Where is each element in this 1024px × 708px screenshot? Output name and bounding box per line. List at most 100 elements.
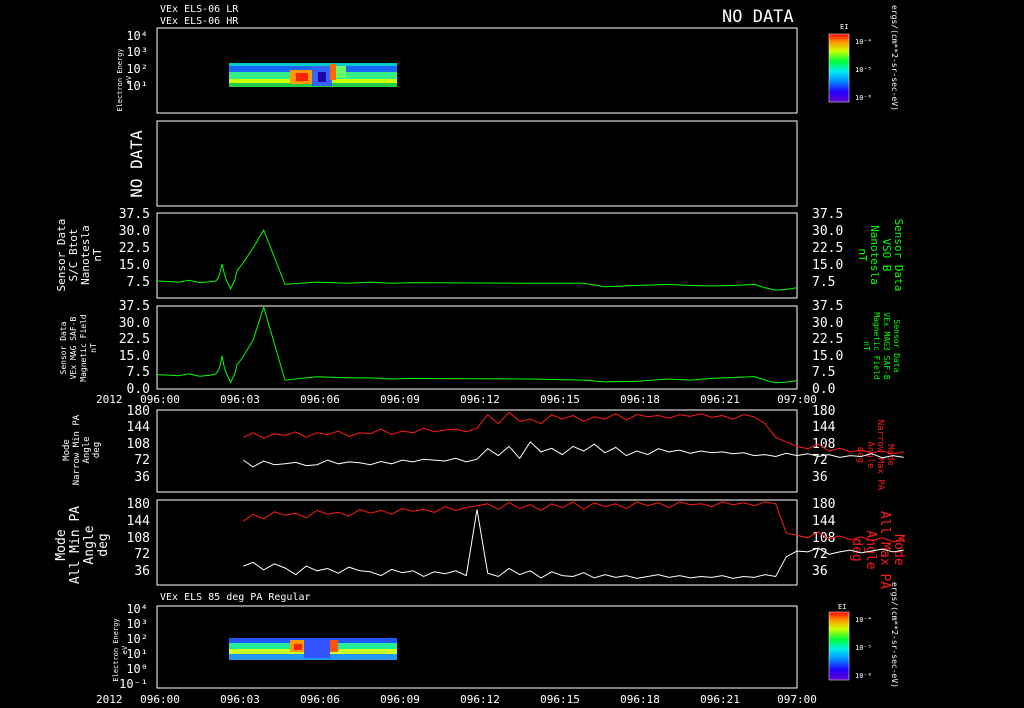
- panel-1-tick-label: 10¹: [126, 79, 148, 93]
- panel-4-tick-label: 30.0: [119, 316, 150, 331]
- panel-3-left-label-line: nT: [91, 248, 104, 262]
- x-axis-year-middle: 2012: [96, 393, 123, 406]
- panel-3-tick-label: 15.0: [119, 258, 150, 273]
- panel-7-tick-label: 10⁰: [126, 662, 148, 676]
- colorbar-bottom-tick: 10⁻⁴: [855, 616, 872, 624]
- panel-narrow-pa: Mode Narrow Min PA Angle deg Mode Narrow…: [62, 404, 895, 493]
- colorbar-top-units: ergs/(cm**2-sr-sec-eV): [890, 5, 899, 111]
- x-tick-label: 096:21: [700, 393, 740, 406]
- series-line-mag-saf-b-0: [156, 305, 798, 384]
- panel-4-tick-label-right: 7.5: [812, 365, 835, 380]
- panel-4-tick-label-right: 22.5: [812, 332, 843, 347]
- panel-7-ylabel-line-1: Electron Energy: [112, 618, 120, 681]
- panel-3-tick-label-right: 15.0: [812, 258, 843, 273]
- panel-4-left-label-line: nT: [89, 343, 98, 353]
- panel-4-left-label-line: Magnetic Field: [79, 314, 88, 382]
- panel-4-tick-label: 7.5: [127, 365, 150, 380]
- panel-4-frame: [156, 305, 798, 390]
- panel-4-left-label-line: Sensor Data: [59, 321, 68, 374]
- panel-7-tick-label: 10²: [126, 632, 148, 646]
- panel-3-tick-label-right: 37.5: [812, 207, 843, 222]
- panel-6-tick-label: 144: [127, 514, 151, 529]
- colorbar-bottom-tick: 10⁻⁵: [855, 644, 872, 652]
- x-tick-label: 096:12: [460, 393, 500, 406]
- panel-5-right-label-line: Mode: [885, 444, 895, 466]
- panel-7-tick-label: 10⁴: [126, 602, 148, 616]
- panel-4-right-label-line: Sensor Data: [892, 320, 901, 373]
- panel-1-tick-label: 10⁴: [126, 29, 148, 43]
- panel-4-right-label-line: Magnetic Field: [872, 312, 881, 380]
- panel-5-tick-label-right: 36: [812, 470, 828, 485]
- panel-3-right-label-line: nT: [856, 248, 869, 262]
- x-tick-label-bottom: 096:15: [540, 693, 580, 706]
- panel-3-tick-label-right: 22.5: [812, 241, 843, 256]
- x-tick-label-bottom: 096:18: [620, 693, 660, 706]
- panel-2-frame: [156, 120, 798, 207]
- header-line-1: VEx ELS-06 LR: [160, 4, 239, 15]
- colorbar-bottom-gradient: [828, 611, 850, 681]
- colorbar-bottom-label: EI: [838, 603, 846, 611]
- colorbar-top-tick: 10⁻⁴: [855, 38, 872, 46]
- panel-6-tick-label-right: 36: [812, 564, 828, 579]
- panel-5-tick-label: 144: [127, 420, 151, 435]
- x-tick-label-bottom: 096:09: [380, 693, 420, 706]
- panel-6-left-label-line: Angle: [82, 525, 97, 564]
- panel-5-left-label-line: deg: [92, 442, 102, 458]
- panel-7-tick-label: 10¹: [126, 647, 148, 661]
- x-tick-label: 096:03: [220, 393, 260, 406]
- panel-3-tick-label: 30.0: [119, 224, 150, 239]
- panel-85deg-spectrogram: Electron Energy eV 10⁴ 10³ 10² 10¹ 10⁰ 1…: [112, 602, 798, 691]
- panel-7-tick-label: 10³: [126, 617, 148, 631]
- x-tick-label-bottom: 096:06: [300, 693, 340, 706]
- colorbar-top: EI 10⁻⁴ 10⁻⁵ 10⁻⁶ ergs/(cm**2-sr-sec-eV): [828, 5, 899, 111]
- x-tick-label-bottom: 096:00: [140, 693, 180, 706]
- x-tick-label: 097:00: [777, 393, 817, 406]
- no-data-header: NO DATA: [722, 7, 794, 27]
- panel-4-tick-label-right: 15.0: [812, 349, 843, 364]
- panel-1-spectrogram-image: [229, 63, 397, 87]
- colorbar-bottom: EI 10⁻⁴ 10⁻⁵ 10⁻⁶ ergs/(cm**2-sr-sec-eV): [828, 582, 899, 688]
- panel-6-left-label-line: All Min PA: [68, 506, 83, 584]
- series-line-narrow-pa-0: [243, 441, 904, 468]
- colorbar-top-tick: 10⁻⁵: [855, 66, 872, 74]
- panel-5-right-label-line: deg: [855, 447, 865, 463]
- panel-6-tick-label-right: 144: [812, 514, 836, 529]
- panel-5-tick-label-right: 144: [812, 420, 836, 435]
- panel-2-no-data-label: NO DATA: [127, 130, 146, 198]
- panel-no-data: NO DATA: [127, 120, 798, 207]
- panel-3-tick-label-right: 7.5: [812, 275, 835, 290]
- panel-5-tick-label: 108: [127, 437, 150, 452]
- panel-4-left-label-line: VEx MAG SAF-B: [69, 317, 78, 380]
- panel-6-frame: [156, 499, 798, 586]
- panel-7-spectrogram-image: [229, 638, 397, 660]
- plot-canvas: VEx ELS-06 LR VEx ELS-06 HR NO DATA Elec…: [54, 4, 906, 706]
- panel-3-tick-label: 7.5: [127, 275, 150, 290]
- x-tick-label-bottom: 096:21: [700, 693, 740, 706]
- panel-4-right-label-line: VEx MAG3 SAF-B: [882, 312, 891, 380]
- colorbar-bottom-tick: 10⁻⁶: [855, 672, 872, 680]
- panel-6-left-label-line: deg: [96, 533, 111, 556]
- panel-electron-energy-spectrogram: Electron Energy eV 10⁴ 10³ 10² 10¹: [116, 27, 798, 114]
- panel-1-tick-label: 10³: [126, 45, 148, 59]
- header-line-2: VEx ELS-06 HR: [160, 16, 239, 27]
- panel-7-title: VEx ELS 85 deg PA Regular: [160, 592, 311, 603]
- panel-4-right-label-line: nT: [862, 341, 871, 351]
- x-axis-labels-middle: 2012 096:00 096:03 096:06 096:09 096:12 …: [96, 393, 817, 406]
- panel-4-tick-label: 22.5: [119, 332, 150, 347]
- panel-6-tick-label: 36: [134, 564, 150, 579]
- panel-1-ylabel-line-1: Electron Energy: [116, 48, 124, 111]
- x-tick-label-bottom: 097:00: [777, 693, 817, 706]
- panel-5-left-label-line: Angle: [82, 436, 92, 463]
- panel-4-tick-label-right: 30.0: [812, 316, 843, 331]
- x-tick-label: 096:18: [620, 393, 660, 406]
- colorbar-bottom-units: ergs/(cm**2-sr-sec-eV): [890, 582, 899, 688]
- panel-6-tick-label: 108: [127, 531, 150, 546]
- series-line-btot-0: [156, 228, 798, 291]
- colorbar-top-label: EI: [840, 23, 848, 31]
- panel-3-tick-label: 22.5: [119, 241, 150, 256]
- x-axis-year-bottom: 2012: [96, 693, 123, 706]
- colorbar-top-gradient: [828, 33, 850, 103]
- x-tick-label: 096:06: [300, 393, 340, 406]
- panel-6-tick-label-right: 180: [812, 497, 835, 512]
- panel-btot: Sensor Data S/C Btot Nanotesla nT Sensor…: [55, 207, 905, 299]
